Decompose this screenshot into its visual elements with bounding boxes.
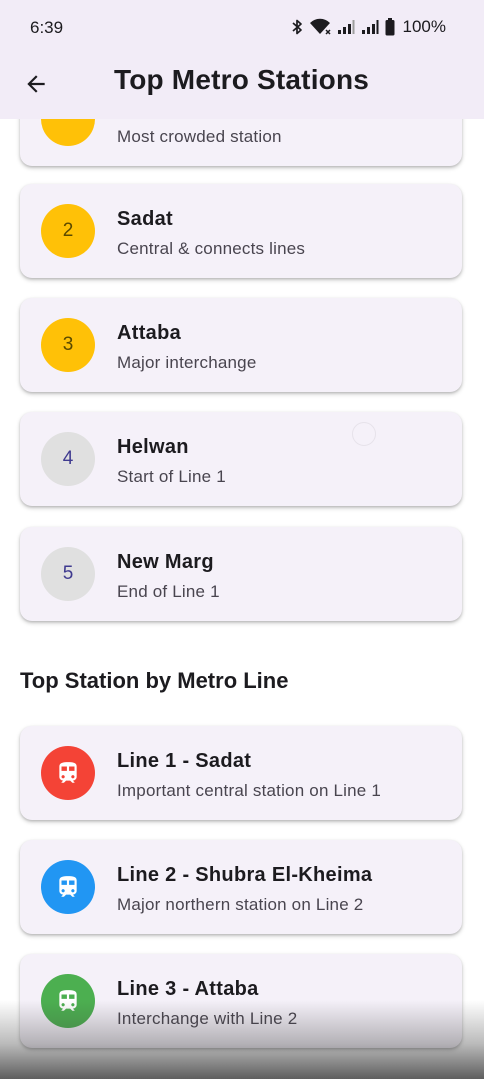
line-title: Line 1 - Sadat	[117, 750, 252, 772]
line-card-1[interactable]: Line 1 - Sadat Important central station…	[20, 726, 462, 820]
station-card-5[interactable]: 5 New Marg End of Line 1	[20, 527, 462, 621]
status-icons: 100%	[291, 16, 446, 38]
station-card-2[interactable]: 2 Sadat Central & connects lines	[20, 184, 462, 278]
battery-icon	[385, 18, 395, 36]
station-description: Central & connects lines	[117, 239, 306, 258]
status-time: 6:39	[30, 18, 64, 37]
station-name: Attaba	[117, 322, 182, 344]
line-description: Interchange with Line 2	[117, 1009, 298, 1028]
station-list[interactable]: 1 Most crowded station 2 Sadat Central &…	[0, 0, 484, 1079]
battery-percent: 100%	[402, 17, 446, 36]
status-bar: 6:39 100%	[0, 0, 484, 56]
signal-icon	[337, 19, 355, 35]
station-card-4[interactable]: 4 Helwan Start of Line 1	[20, 412, 462, 506]
station-card-3[interactable]: 3 Attaba Major interchange	[20, 298, 462, 392]
station-name: Sadat	[117, 208, 173, 230]
rank-badge: 4	[41, 432, 95, 486]
page-title: Top Metro Stations	[114, 64, 370, 95]
section-heading: Top Station by Metro Line	[20, 668, 289, 693]
line-card-2[interactable]: Line 2 - Shubra El-Kheima Major northern…	[20, 840, 462, 934]
train-icon	[41, 860, 95, 914]
back-button[interactable]	[14, 62, 58, 106]
station-name: Helwan	[117, 436, 189, 458]
rank-badge: 3	[41, 318, 95, 372]
bluetooth-icon	[291, 18, 303, 36]
top-bar: 6:39 100% Top Metro Stations	[0, 0, 484, 119]
station-description: End of Line 1	[117, 582, 220, 601]
signal-icon-2	[361, 19, 379, 35]
line-card-3[interactable]: Line 3 - Attaba Interchange with Line 2	[20, 954, 462, 1048]
line-title: Line 3 - Attaba	[117, 978, 259, 1000]
train-icon	[41, 746, 95, 800]
touch-ripple	[352, 422, 376, 446]
train-icon	[41, 974, 95, 1028]
line-description: Major northern station on Line 2	[117, 895, 364, 914]
arrow-back-icon	[27, 75, 45, 93]
station-name: New Marg	[117, 551, 214, 573]
station-description: Start of Line 1	[117, 467, 226, 486]
screen: 1 Most crowded station 2 Sadat Central &…	[0, 0, 484, 1079]
station-description: Major interchange	[117, 353, 257, 372]
line-description: Important central station on Line 1	[117, 781, 382, 800]
line-title: Line 2 - Shubra El-Kheima	[117, 864, 373, 886]
app-bar: Top Metro Stations	[0, 56, 484, 119]
rank-badge: 5	[41, 547, 95, 601]
station-description: Most crowded station	[117, 127, 282, 146]
wifi-icon	[309, 18, 331, 36]
rank-badge: 2	[41, 204, 95, 258]
